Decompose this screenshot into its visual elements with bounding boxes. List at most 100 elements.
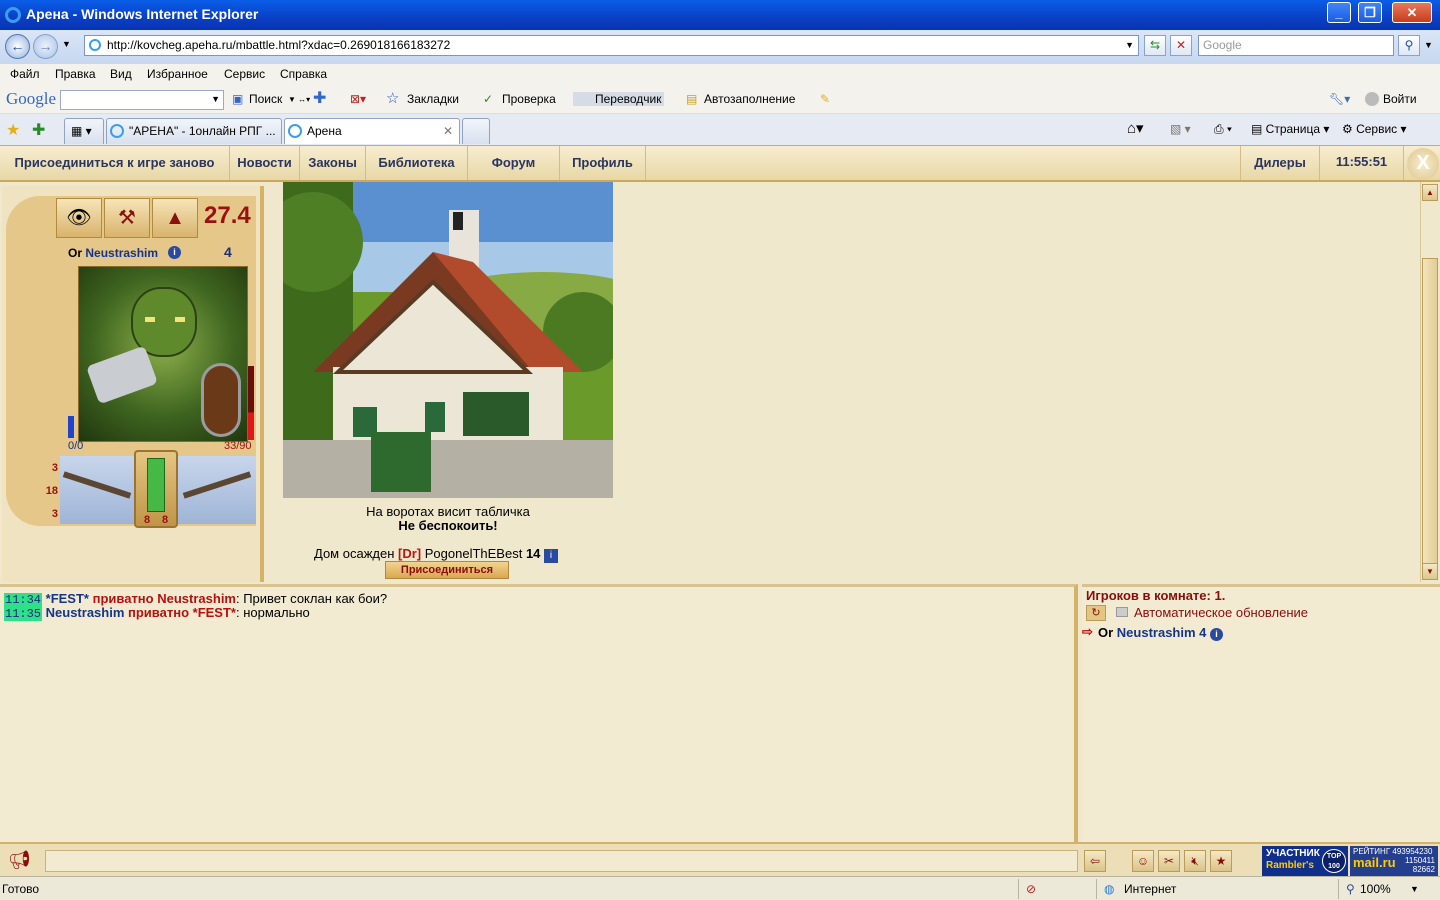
close-tab-icon[interactable]: ✕ — [443, 119, 453, 143]
scroll-thumb[interactable] — [1422, 258, 1438, 564]
character-nickname[interactable]: Neustrashim — [85, 246, 158, 260]
players-header: Игроков в комнате: 1. — [1086, 588, 1226, 603]
info-icon[interactable]: i — [168, 246, 181, 259]
bookmarks-button[interactable]: Закладки — [407, 92, 459, 106]
stop-icon[interactable]: ✕ — [1170, 35, 1192, 56]
rejoin-game-link[interactable]: Присоединиться к игре заново — [0, 146, 230, 180]
globe-icon: ◍ — [1104, 882, 1115, 896]
chat-sender[interactable]: *FEST* — [46, 591, 89, 606]
zoom-dropdown-icon[interactable]: ▼ — [1410, 884, 1419, 894]
player-row: Or Neustrashim 4 i — [1098, 625, 1224, 641]
google-search-button[interactable]: Поиск — [249, 92, 282, 106]
refresh-icon[interactable]: ⇆ — [1144, 35, 1166, 56]
tab-label: Арена — [307, 124, 342, 138]
favorites-star-icon[interactable]: ★ — [6, 120, 20, 140]
address-field[interactable]: http://kovcheg.apeha.ru/mbattle.html?xda… — [84, 35, 1139, 56]
wizard-icon[interactable]: ▲ — [152, 198, 198, 238]
mailru-counter[interactable]: РЕЙТИНГ 493954230 mail.ru 1150411 82662 — [1350, 846, 1438, 876]
chat-message-input[interactable] — [45, 850, 1078, 872]
attacker-info-icon[interactable]: i — [544, 549, 559, 563]
autofill-button[interactable]: Автозаполнение — [704, 92, 795, 106]
popup-blocker-icon[interactable]: ⊠▾ — [350, 92, 366, 106]
spellcheck-button[interactable]: Проверка — [502, 92, 556, 106]
news-link[interactable]: Новости — [230, 146, 300, 180]
smile-icon[interactable]: ☺ — [1132, 850, 1154, 872]
side-stat: 18 — [45, 485, 58, 497]
tab-arena-home[interactable]: "АРЕНА" - 1онлайн РПГ ... — [106, 118, 282, 144]
chat-input-bar: 📢︎ ⇦ ☺ ✂ 🔇︎ ★ УЧАСТНИК Rambler's TOP 100… — [0, 842, 1440, 876]
tools-menu[interactable]: ⚙ Сервис ▾ — [1342, 122, 1407, 136]
menu-view[interactable]: Вид — [110, 67, 132, 81]
main-scrollbar[interactable]: ▲ ▼ — [1420, 182, 1438, 582]
back-button[interactable]: ← — [5, 34, 30, 59]
search-input[interactable]: Google — [1198, 35, 1394, 56]
mailru-value: 493954230 — [1392, 847, 1433, 856]
close-game-icon[interactable]: X — [1407, 148, 1439, 180]
search-icon[interactable]: ⚲ — [1398, 35, 1420, 56]
mute-icon[interactable]: 🔇︎ — [1184, 850, 1206, 872]
equipment-slot[interactable] — [134, 450, 178, 528]
clear-icon[interactable]: ✂ — [1158, 850, 1180, 872]
menu-tools[interactable]: Сервис — [224, 67, 265, 81]
chat-recipient[interactable]: Neustrashim — [157, 591, 236, 606]
scroll-down-icon[interactable]: ▼ — [1422, 563, 1438, 580]
character-stat-value: 27.4 — [204, 202, 251, 229]
highlighter-icon[interactable]: ✎ — [820, 92, 830, 106]
auto-update-checkbox[interactable] — [1116, 607, 1128, 617]
page-icon — [89, 39, 101, 51]
page-menu[interactable]: ▤ Страница ▾ — [1251, 122, 1329, 136]
print-icon[interactable]: ⎙ ▾ — [1214, 122, 1232, 137]
quick-tabs-button[interactable]: ▦ ▾ — [64, 118, 104, 144]
laws-link[interactable]: Законы — [300, 146, 366, 180]
new-tab-button[interactable] — [462, 118, 490, 144]
equip-stat: 8 — [144, 514, 151, 526]
refresh-icon[interactable]: ↻ — [1086, 605, 1106, 621]
chat-recipient[interactable]: *FEST* — [193, 605, 236, 620]
equip-stat: 8 — [162, 514, 169, 526]
character-level: 4 — [224, 244, 232, 260]
menu-favorites[interactable]: Избранное — [147, 67, 208, 81]
translator-button[interactable]: Переводчик — [573, 92, 664, 106]
wrench-icon[interactable]: 🔧︎▾ — [1329, 92, 1350, 106]
signin-button[interactable]: Войти — [1383, 92, 1417, 106]
search-options-icon[interactable]: ▼ — [1424, 40, 1433, 50]
eye-icon[interactable]: 👁︎ — [56, 198, 102, 238]
star-icon[interactable]: ★ — [1210, 850, 1232, 872]
address-dropdown-icon[interactable]: ▼ — [1125, 36, 1134, 55]
feeds-icon[interactable]: ▧ ▾ — [1170, 122, 1191, 136]
character-portrait — [78, 266, 248, 442]
security-zone: Интернет — [1124, 882, 1177, 896]
close-window-button[interactable]: ✕ — [1392, 2, 1432, 23]
player-level: 4 — [1199, 625, 1207, 640]
home-icon[interactable]: ⌂▾ — [1127, 119, 1144, 137]
popup-blocked-icon[interactable]: ⊘ — [1026, 882, 1036, 896]
send-icon[interactable]: ⇦ — [1084, 850, 1106, 872]
chat-sender[interactable]: Neustrashim — [46, 605, 125, 620]
window-title-bar: Арена - Windows Internet Explorer _ ❐ ✕ — [0, 0, 1440, 30]
dealers-link[interactable]: Дилеры — [1240, 146, 1320, 180]
history-dropdown-icon[interactable]: ▼ — [62, 39, 71, 49]
scroll-up-icon[interactable]: ▲ — [1422, 184, 1438, 201]
zoom-level[interactable]: 100% — [1360, 882, 1391, 896]
megaphone-icon[interactable]: 📢︎ — [8, 850, 31, 871]
add-icon[interactable]: ✚ — [313, 88, 326, 108]
attacker-name[interactable]: PogonelThEBest — [425, 546, 523, 561]
menu-file[interactable]: Файл — [10, 67, 40, 81]
tab-arena[interactable]: Арена ✕ — [284, 118, 460, 144]
rambler-counter[interactable]: УЧАСТНИК Rambler's TOP 100 — [1262, 846, 1348, 876]
library-link[interactable]: Библиотека — [366, 146, 468, 180]
profile-link[interactable]: Профиль — [560, 146, 646, 180]
maximize-button[interactable]: ❐ — [1358, 2, 1382, 23]
menu-help[interactable]: Справка — [280, 67, 327, 81]
add-favorites-icon[interactable]: ✚ — [32, 120, 45, 140]
minimize-button[interactable]: _ — [1327, 2, 1351, 23]
menu-edit[interactable]: Правка — [55, 67, 96, 81]
player-info-icon[interactable]: i — [1210, 628, 1224, 641]
google-search-input[interactable]: ▼ — [60, 90, 224, 110]
player-name[interactable]: Neustrashim — [1117, 625, 1196, 640]
join-battle-button[interactable]: Присоединиться — [385, 561, 509, 579]
search-dropdown-icon[interactable]: ▼ ↔▾ — [288, 95, 310, 104]
forward-button[interactable]: → — [33, 34, 58, 59]
forum-link[interactable]: Форум — [468, 146, 560, 180]
tools-icon[interactable]: ⚒ — [104, 198, 150, 238]
